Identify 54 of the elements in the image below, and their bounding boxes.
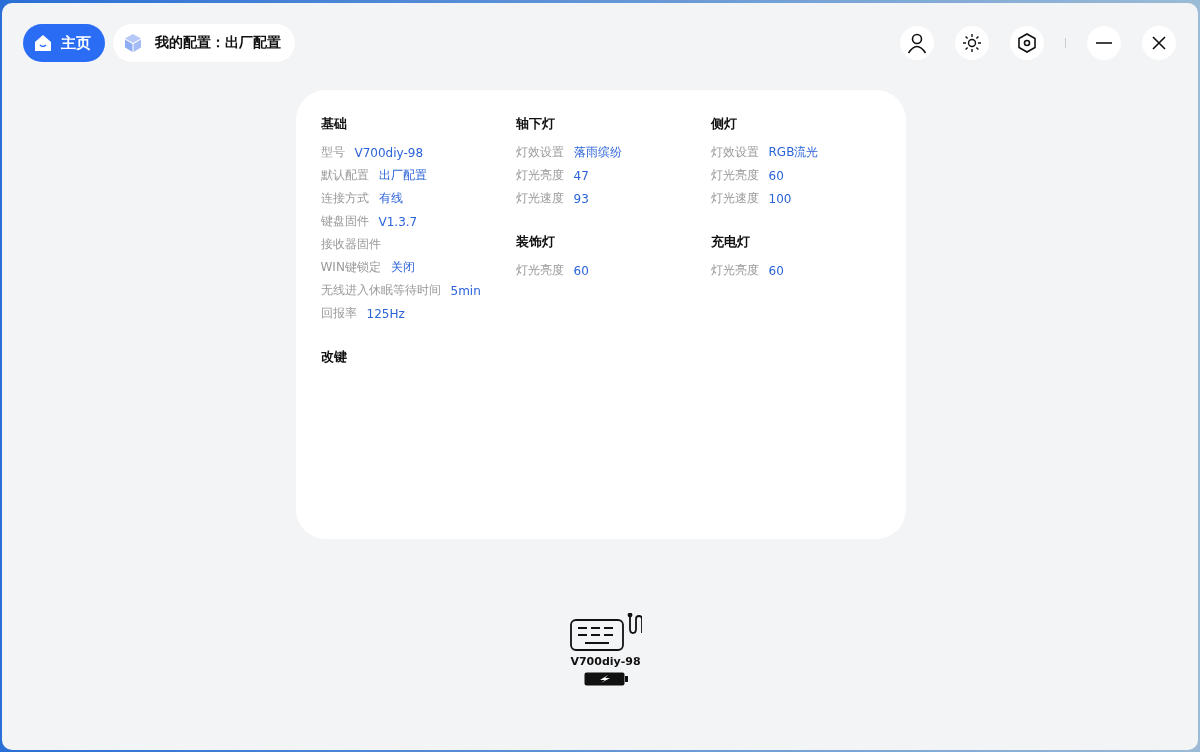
setting-value: 100 bbox=[768, 191, 792, 206]
setting-label: 灯光亮度 bbox=[710, 167, 759, 184]
setting-value: V1.3.7 bbox=[378, 214, 418, 229]
user-icon bbox=[906, 32, 928, 54]
setting-label: 回报率 bbox=[320, 305, 357, 322]
setting-label: 默认配置 bbox=[320, 167, 369, 184]
minimize-button[interactable] bbox=[1087, 26, 1121, 60]
setting-label: 灯光亮度 bbox=[515, 262, 564, 279]
setting-label: 连接方式 bbox=[320, 190, 369, 207]
user-button[interactable] bbox=[900, 26, 934, 60]
setting-value: 有线 bbox=[378, 190, 403, 207]
setting-label: 接收器固件 bbox=[320, 236, 381, 253]
setting-label: 无线进入休眠等待时间 bbox=[320, 282, 441, 299]
home-button[interactable]: 主页 bbox=[23, 24, 105, 62]
setting-value: 关闭 bbox=[390, 259, 415, 276]
minimize-icon bbox=[1096, 42, 1112, 44]
setting-value: 60 bbox=[768, 168, 784, 183]
device-name: V700diy-98 bbox=[570, 655, 641, 668]
keyboard-cable-icon bbox=[569, 613, 642, 651]
setting-label: 灯光速度 bbox=[515, 190, 564, 207]
setting-value: 60 bbox=[573, 263, 589, 278]
brightness-button[interactable] bbox=[955, 26, 989, 60]
settings-button[interactable] bbox=[1010, 26, 1044, 60]
setting-label: 灯效设置 bbox=[710, 144, 759, 161]
cube-icon bbox=[123, 33, 143, 53]
setting-label: 灯光速度 bbox=[710, 190, 759, 207]
setting-label: 型号 bbox=[320, 144, 345, 161]
setting-value: 5min bbox=[450, 283, 481, 298]
config-chip[interactable]: 我的配置：出厂配置 bbox=[113, 24, 295, 62]
setting-value: 60 bbox=[768, 263, 784, 278]
battery-charging-icon bbox=[583, 672, 628, 686]
setting-value: 落雨缤纷 bbox=[573, 144, 622, 161]
house-icon bbox=[33, 33, 53, 53]
section-title: 轴下灯 bbox=[515, 115, 556, 133]
section-title: 装饰灯 bbox=[515, 233, 556, 251]
setting-label: 灯光亮度 bbox=[515, 167, 564, 184]
section-title: 侧灯 bbox=[710, 115, 738, 133]
close-button[interactable] bbox=[1142, 26, 1176, 60]
setting-label: 灯效设置 bbox=[515, 144, 564, 161]
setting-value: 出厂配置 bbox=[378, 167, 427, 184]
setting-value: 93 bbox=[573, 191, 589, 206]
setting-label: WIN键锁定 bbox=[320, 259, 381, 276]
setting-label: 键盘固件 bbox=[320, 213, 369, 230]
setting-value: 47 bbox=[573, 168, 589, 183]
sun-icon bbox=[961, 32, 983, 54]
settings-icon bbox=[1016, 32, 1038, 54]
section-title: 基础 bbox=[320, 115, 348, 133]
setting-value: RGB流光 bbox=[768, 144, 819, 161]
close-icon bbox=[1152, 36, 1166, 50]
setting-value: 125Hz bbox=[366, 306, 405, 321]
setting-label: 灯光亮度 bbox=[710, 262, 759, 279]
section-title: 充电灯 bbox=[710, 233, 751, 251]
setting-value: V700diy-98 bbox=[354, 145, 424, 160]
section-title: 改键 bbox=[320, 348, 348, 366]
